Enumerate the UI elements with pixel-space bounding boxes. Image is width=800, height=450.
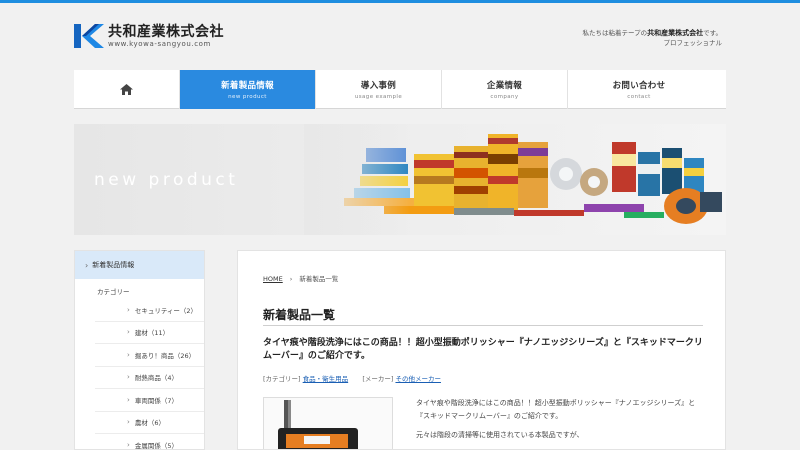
chevron-right-icon: › [127, 350, 130, 359]
category-item[interactable]: › 建材（11） [95, 322, 204, 344]
nav-sublabel: company [490, 94, 519, 100]
chevron-right-icon: › [127, 373, 130, 382]
hero-banner: new product [74, 124, 726, 235]
nav-contact[interactable]: お問い合わせ contact [568, 70, 710, 109]
nav-home[interactable] [74, 70, 180, 109]
category-label: カテゴリー [97, 288, 130, 296]
category-item[interactable]: › 金属関係（5） [95, 434, 204, 450]
logo-mark [74, 24, 104, 48]
excerpt-paragraph: 元々は階段の清掃等に使用されている本製品ですが、 [416, 431, 584, 439]
nav-sublabel: contact [627, 94, 651, 100]
sidebar-heading-label: 新着製品情報 [92, 261, 135, 269]
meta-category-label: [カテゴリー] [263, 375, 301, 383]
chevron-right-icon: › [127, 395, 130, 404]
top-accent-bar [0, 0, 800, 3]
home-icon [120, 80, 133, 99]
chevron-right-icon: › [127, 440, 130, 449]
category-item[interactable]: › 耐熱商品（4） [95, 367, 204, 389]
hero-title: new product [94, 170, 239, 190]
nav-sublabel: new product [228, 94, 267, 100]
tagline-suffix: です。 [703, 29, 722, 37]
nav-label: 導入事例 [360, 81, 397, 91]
category-item-label: 建材（11） [134, 329, 170, 338]
nav-usage-example[interactable]: 導入事例 usage example [316, 70, 442, 109]
category-list: › セキュリティー（2） › 建材（11） › 掘あり！商品（26） › 耐熱商品（4）… [75, 299, 204, 450]
category-item-label: 農材（6） [134, 419, 165, 428]
post-excerpt: タイヤ痕や階段洗浄にはこの商品！！超小型振動ポリッシャー『ナノエッジシリーズ』と… [416, 397, 706, 448]
nav-new-product[interactable]: 新着製品情報 new product [180, 70, 316, 109]
category-item[interactable]: › 掘あり！商品（26） [95, 344, 204, 367]
tagline-prefix: 私たちは粘着テープの [582, 29, 648, 37]
nav-sublabel: usage example [354, 94, 403, 100]
post-meta: [カテゴリー] 食品・衛生用品 [メーカー] その他メーカー [263, 373, 441, 383]
nav-label: 企業情報 [486, 81, 523, 91]
breadcrumb-home-link[interactable]: HOME [263, 275, 283, 283]
breadcrumb-separator: › [289, 275, 293, 283]
tagline-company: 共和産業株式会社 [647, 29, 704, 37]
category-item[interactable]: › 農材（6） [95, 412, 204, 434]
post-title[interactable]: タイヤ痕や階段洗浄にはこの商品！！超小型振動ポリッシャー『ナノエッジシリーズ』と… [263, 337, 703, 363]
sidebar: › 新着製品情報 カテゴリー › セキュリティー（2） › 建材（11） › 掘あり！… [74, 250, 205, 450]
breadcrumb-current: 新着製品一覧 [299, 275, 339, 283]
tagline-line2: プロフェッショナル [663, 39, 723, 47]
post-thumbnail[interactable] [263, 397, 393, 449]
company-name: 共和産業株式会社 [108, 23, 224, 40]
excerpt-paragraph: タイヤ痕や階段洗浄にはこの商品！！超小型振動ポリッシャー『ナノエッジシリーズ』と… [416, 399, 696, 420]
product-assortment-image [304, 124, 726, 235]
nav-company[interactable]: 企業情報 company [442, 70, 568, 109]
company-url: www.kyowa-sangyou.com [108, 39, 211, 48]
meta-maker-label: [メーカー] [362, 375, 394, 383]
chevron-right-icon: › [127, 328, 130, 337]
main-content: HOME › 新着製品一覧 新着製品一覧 タイヤ痕や階段洗浄にはこの商品！！超小型振… [237, 250, 726, 450]
category-item-label: 車両関係（7） [134, 396, 178, 405]
category-item[interactable]: › セキュリティー（2） [95, 299, 204, 322]
header-tagline: 私たちは粘着テープの共和産業株式会社です。 プロフェッショナル [583, 28, 722, 48]
chevron-right-icon: › [127, 305, 130, 314]
meta-maker-link[interactable]: その他メーカー [395, 375, 441, 383]
chevron-right-icon: › [85, 260, 89, 270]
company-logo[interactable]: 共和産業株式会社 www.kyowa-sangyou.com [74, 24, 224, 48]
category-item-label: セキュリティー（2） [134, 306, 198, 315]
meta-category-link[interactable]: 食品・衛生用品 [303, 375, 349, 383]
category-item-label: 金属関係（5） [134, 441, 178, 450]
title-divider [263, 325, 703, 326]
nav-label: 新着製品情報 [221, 81, 274, 91]
chevron-right-icon: › [127, 418, 130, 427]
main-nav: 新着製品情報 new product 導入事例 usage example 企業… [74, 70, 726, 109]
sidebar-heading[interactable]: › 新着製品情報 [75, 251, 204, 279]
category-item-label: 耐熱商品（4） [134, 374, 178, 383]
page-title: 新着製品一覧 [263, 308, 336, 322]
breadcrumb: HOME › 新着製品一覧 [263, 273, 338, 283]
nav-label: お問い合わせ [612, 81, 666, 91]
category-item-label: 掘あり！商品（26） [134, 351, 196, 360]
category-item[interactable]: › 車両関係（7） [95, 389, 204, 412]
